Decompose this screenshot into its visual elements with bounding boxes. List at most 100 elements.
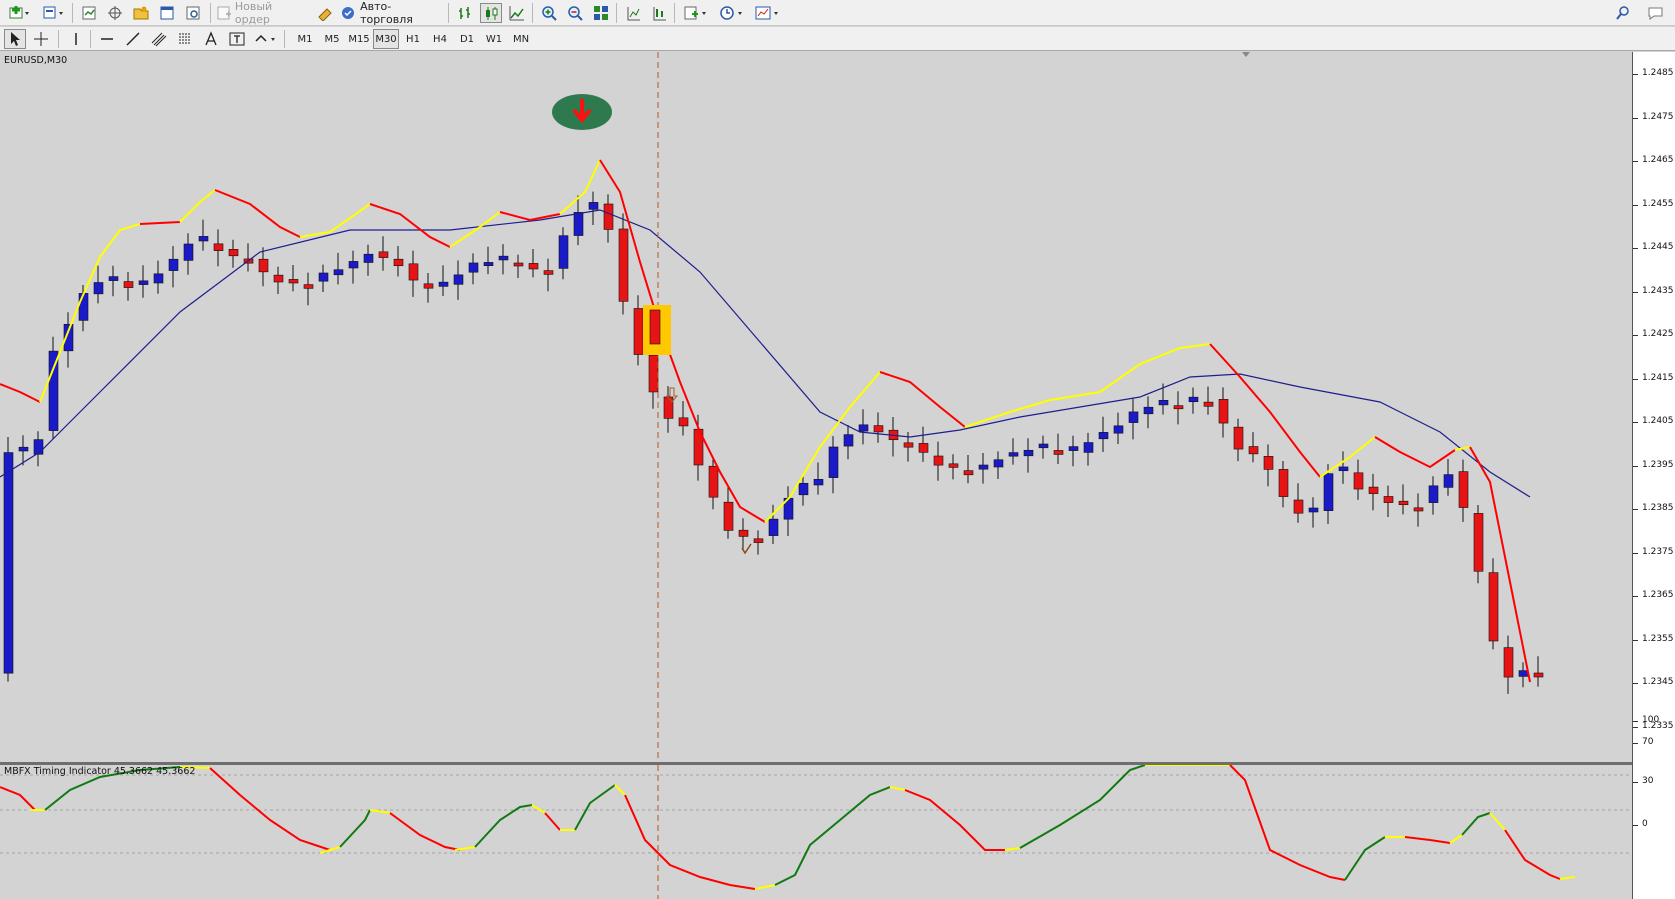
bull-candle [483, 262, 494, 266]
text-label-tool-button[interactable] [226, 29, 248, 49]
bull-candle [1143, 406, 1154, 415]
price-chart[interactable] [0, 52, 1632, 763]
chart-shift-button[interactable] [622, 3, 644, 23]
bear-candle [1503, 647, 1514, 678]
market-watch-button[interactable] [78, 3, 100, 23]
timeframe-label: D1 [459, 33, 475, 45]
terminal-button[interactable] [156, 3, 178, 23]
timeframe-button-m15[interactable]: M15 [346, 29, 372, 49]
bear-candle [528, 263, 539, 270]
price-tick-label: 1.2465 [1642, 155, 1674, 165]
bull-candle [1128, 411, 1139, 423]
trendline-tool-button[interactable] [122, 29, 144, 49]
bull-candle [1518, 670, 1529, 677]
profiles-button[interactable] [38, 3, 68, 23]
navigator-button[interactable] [130, 3, 152, 23]
trendline-icon [126, 32, 140, 46]
indicators-button[interactable] [680, 3, 712, 23]
cursor-tool-button[interactable] [4, 29, 26, 49]
periods-button[interactable] [716, 3, 748, 23]
price-tick-mark [1633, 596, 1638, 597]
indicator-pane[interactable] [0, 765, 1632, 899]
price-tick-label: 1.2375 [1642, 546, 1674, 557]
channel-icon [151, 32, 167, 47]
bear-candle [1533, 672, 1544, 678]
price-scale[interactable]: 1.2485 1.2475 1.2465 1.2455 1.2445 1.2435 1.24… [1632, 52, 1675, 899]
search-button[interactable] [1612, 3, 1634, 23]
metaeditor-button[interactable] [314, 3, 336, 23]
chat-button[interactable] [1644, 3, 1668, 23]
timeframe-button-d1[interactable]: D1 [454, 29, 480, 49]
bear-candle [393, 258, 404, 267]
timeframe-button-w1[interactable]: W1 [481, 29, 507, 49]
chat-bubble-icon [1648, 7, 1663, 20]
zoom-in-button[interactable] [538, 3, 560, 23]
strategy-tester-button[interactable] [182, 3, 204, 23]
toolbar-separator [532, 3, 533, 23]
bear-candle [648, 354, 659, 393]
price-tick-mark [1633, 74, 1638, 75]
candlestick-icon [486, 7, 498, 20]
bull-candle [828, 446, 839, 478]
toolbar-separator [448, 3, 449, 23]
vertical-line-tool-button[interactable] [66, 29, 86, 49]
horizontal-line-tool-button[interactable] [96, 29, 118, 49]
chart-shift-icon [627, 7, 640, 21]
arrows-tool-button[interactable] [252, 29, 280, 49]
price-tick-label: 1.2355 [1642, 633, 1674, 644]
bar-chart-button[interactable] [454, 3, 476, 23]
bear-candle [408, 263, 419, 281]
new-order-button[interactable]: Новый ордер [216, 0, 310, 26]
indicator-tick-mark [1633, 721, 1638, 722]
candlestick-chart-button[interactable] [480, 3, 502, 23]
bull-candle [93, 282, 104, 295]
crosshair-tool-button[interactable] [30, 29, 52, 49]
templates-button[interactable] [752, 3, 784, 23]
bear-candle [288, 279, 299, 284]
bear-candle [603, 203, 614, 230]
price-tick-label: 1.2455 [1642, 198, 1674, 209]
timeframe-button-m1[interactable]: M1 [292, 29, 318, 49]
bear-candle [1473, 513, 1484, 572]
price-tick-mark [1633, 248, 1638, 249]
bull-candle [573, 212, 584, 236]
bull-candle [468, 262, 479, 273]
profiles-icon [43, 6, 63, 19]
autotrade-button[interactable]: Авто-торговля [340, 0, 440, 26]
indicator-tick-mark [1633, 782, 1638, 783]
bull-candle [843, 434, 854, 447]
bull-candle [18, 446, 29, 452]
timeframe-label: W1 [485, 33, 503, 45]
price-tick-label: 1.2405 [1642, 416, 1674, 426]
text-a-icon [205, 31, 217, 46]
indicators-icon [684, 6, 706, 20]
bear-candle [543, 270, 554, 275]
timeframe-button-h4[interactable]: H4 [427, 29, 453, 49]
price-tick-mark [1633, 422, 1638, 423]
timeframe-button-m5[interactable]: M5 [319, 29, 345, 49]
toolbar-separator [90, 30, 91, 48]
tile-windows-button[interactable] [590, 3, 612, 23]
data-window-button[interactable] [104, 3, 126, 23]
line-chart-button[interactable] [506, 3, 528, 23]
timeframe-button-mn[interactable]: MN [508, 29, 534, 49]
main-toolbar: Новый ордер Авто-торговля [0, 0, 1675, 26]
channel-tool-button[interactable] [148, 29, 170, 49]
timeframe-button-m30[interactable]: M30 [373, 29, 399, 49]
timeframe-label: M5 [324, 33, 340, 45]
text-tool-button[interactable] [200, 29, 222, 49]
bear-candle [513, 262, 524, 267]
bear-candle [378, 251, 389, 258]
fibonacci-tool-button[interactable] [174, 29, 196, 49]
new-chart-button[interactable] [4, 3, 34, 23]
timeframe-button-h1[interactable]: H1 [400, 29, 426, 49]
zoom-out-button[interactable] [564, 3, 586, 23]
autoscroll-button[interactable] [648, 3, 670, 23]
price-tick-mark [1633, 161, 1638, 162]
bear-candle [723, 501, 734, 531]
bull-candle [768, 518, 779, 536]
chart-symbol-label: EURUSD,M30 [4, 55, 68, 66]
vertical-line-icon [75, 33, 77, 45]
bar-chart-icon [459, 7, 470, 19]
cursor-arrow-icon [11, 32, 20, 46]
